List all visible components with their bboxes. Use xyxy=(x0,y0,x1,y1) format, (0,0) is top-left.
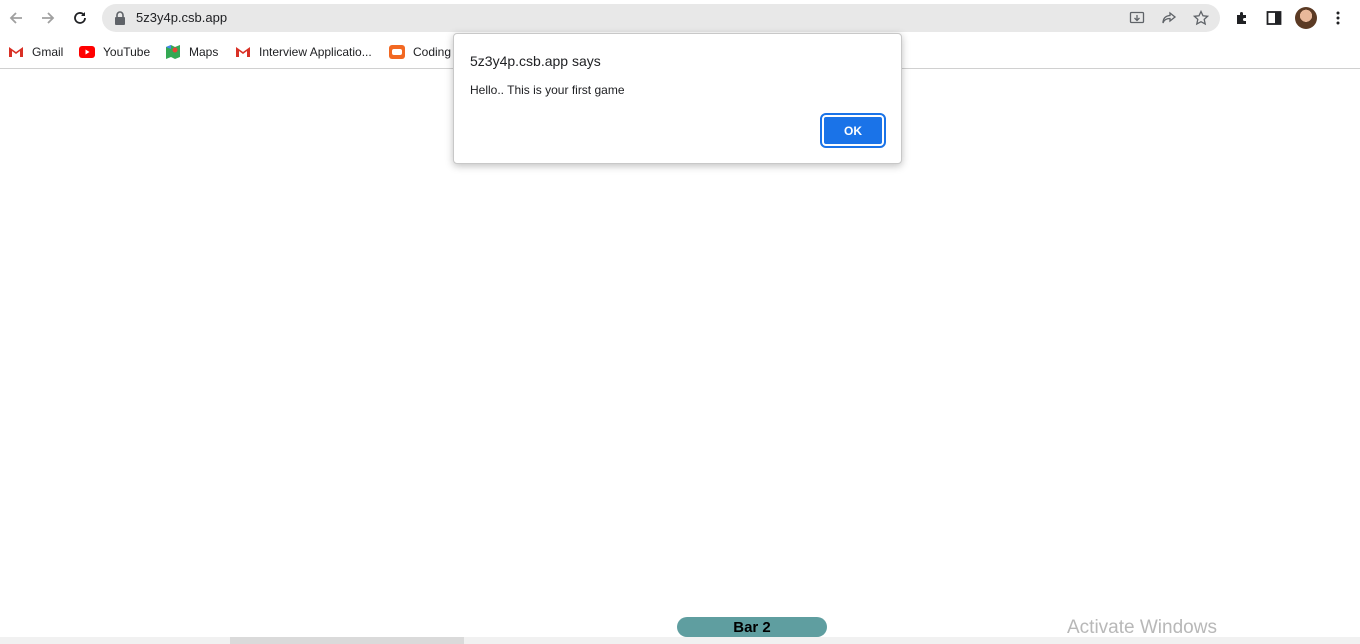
star-icon xyxy=(1193,10,1209,26)
bookmark-gmail[interactable]: Gmail xyxy=(8,42,63,62)
bookmark-maps[interactable]: Maps xyxy=(165,42,218,62)
reload-button[interactable] xyxy=(68,6,92,30)
dialog-message: Hello.. This is your first game xyxy=(470,83,625,97)
horizontal-scrollbar[interactable] xyxy=(0,637,1360,644)
back-button[interactable] xyxy=(4,6,28,30)
puzzle-icon xyxy=(1237,12,1246,24)
install-icon xyxy=(1129,11,1145,24)
gmail-icon xyxy=(235,44,251,60)
bookmark-label: YouTube xyxy=(103,45,151,59)
alert-dialog: 5z3y4p.csb.app says Hello.. This is your… xyxy=(453,33,902,164)
forward-arrow-icon xyxy=(42,12,55,24)
menu-button[interactable] xyxy=(1328,8,1348,28)
reload-icon xyxy=(74,12,86,24)
url-text: 5z3y4p.csb.app xyxy=(136,10,228,25)
game-bar[interactable]: Bar 2 xyxy=(677,617,827,637)
activate-windows-watermark: Activate Windows xyxy=(1067,617,1217,638)
bookmark-label: Gmail xyxy=(32,45,64,59)
maps-icon xyxy=(165,44,181,60)
bookmark-star-button[interactable] xyxy=(1192,9,1210,27)
bookmark-label: Maps xyxy=(189,45,219,59)
side-panel-icon xyxy=(1266,11,1282,25)
gmail-icon xyxy=(8,44,24,60)
back-arrow-icon xyxy=(9,12,22,24)
bar-label: Bar 2 xyxy=(733,618,771,636)
bookmark-label: Interview Applicatio... xyxy=(259,45,372,59)
bookmark-interview-applications[interactable]: Interview Applicatio... xyxy=(235,42,372,62)
side-panel-button[interactable] xyxy=(1264,8,1284,28)
youtube-icon xyxy=(79,44,95,60)
bookmark-coding[interactable]: Coding xyxy=(389,42,451,62)
address-bar[interactable]: 5z3y4p.csb.app xyxy=(102,4,1220,32)
lock-icon xyxy=(115,11,125,25)
more-vert-icon xyxy=(1336,11,1340,25)
install-app-button[interactable] xyxy=(1128,9,1146,27)
share-button[interactable] xyxy=(1160,9,1178,27)
bookmark-youtube[interactable]: YouTube xyxy=(79,42,150,62)
coding-icon xyxy=(389,44,405,60)
dialog-title: 5z3y4p.csb.app says xyxy=(470,53,601,69)
profile-avatar[interactable] xyxy=(1295,7,1317,29)
bookmark-label: Coding xyxy=(413,45,452,59)
extensions-button[interactable] xyxy=(1232,8,1252,28)
scrollbar-thumb[interactable] xyxy=(230,637,464,644)
forward-button[interactable] xyxy=(36,6,60,30)
ok-button[interactable]: OK xyxy=(820,113,886,148)
browser-toolbar: 5z3y4p.csb.app xyxy=(0,0,1360,37)
share-icon xyxy=(1162,11,1177,24)
